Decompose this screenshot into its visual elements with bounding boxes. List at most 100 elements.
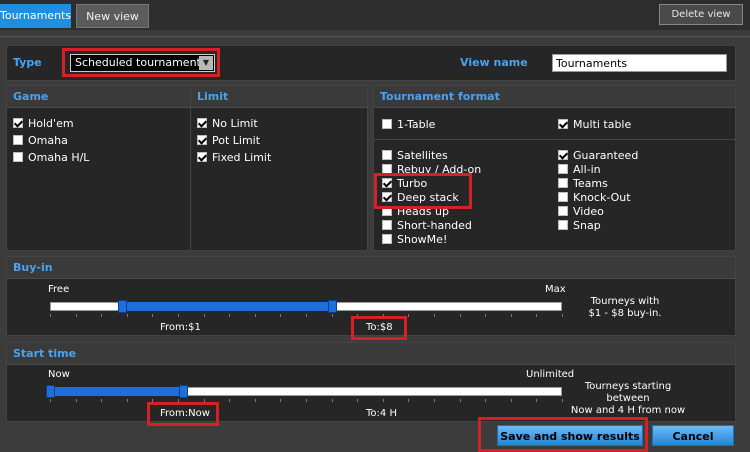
type-select-value: Scheduled tournaments xyxy=(75,56,207,69)
limit-panel: Limit No Limit Pot Limit Fixed Limit xyxy=(190,85,368,251)
slider-tick xyxy=(434,399,435,402)
type-label: Type xyxy=(13,56,42,69)
format-option-label: Guaranteed xyxy=(573,149,639,162)
slider-tick xyxy=(382,314,384,317)
checkbox-icon xyxy=(13,135,23,145)
checkbox-icon xyxy=(558,192,568,202)
checkbox-icon xyxy=(13,152,23,162)
slider-tick xyxy=(75,399,77,402)
checkbox-icon xyxy=(382,234,392,244)
start-time-panel-title: Start time xyxy=(7,343,735,365)
game-option-label: Omaha H/L xyxy=(28,151,90,164)
slider-tick xyxy=(254,314,256,317)
format-option-turbo[interactable]: Turbo xyxy=(382,177,427,191)
slider-tick xyxy=(280,399,282,402)
limit-option-label: Pot Limit xyxy=(212,134,261,147)
slider-tick xyxy=(536,399,538,402)
start-from-label: From:Now xyxy=(160,408,210,419)
tab-tournaments[interactable]: Tournaments xyxy=(0,4,71,28)
format-option-label: Snap xyxy=(573,219,601,232)
format-option-teams[interactable]: Teams xyxy=(558,177,608,191)
chevron-down-icon: ▼ xyxy=(199,56,213,70)
checkbox-icon xyxy=(382,150,392,160)
view-name-input[interactable] xyxy=(552,54,727,72)
slider-tick xyxy=(152,399,154,402)
format-option-label: Multi table xyxy=(573,118,632,131)
format-option-1-table[interactable]: 1-Table xyxy=(382,118,435,132)
limit-option-label: Fixed Limit xyxy=(212,151,272,164)
format-option-label: 1-Table xyxy=(397,118,436,131)
slider-tick xyxy=(229,399,231,402)
slider-tick xyxy=(459,314,461,317)
format-option-label: Video xyxy=(573,205,604,218)
delete-view-button[interactable]: Delete view xyxy=(659,4,743,25)
format-option-heads-up[interactable]: Heads up xyxy=(382,205,449,219)
slider-tick xyxy=(101,314,103,317)
cancel-button[interactable]: Cancel xyxy=(652,425,734,446)
start-description-line2: Now and 4 H from now xyxy=(570,405,686,416)
slider-tick xyxy=(203,314,205,317)
limit-option-fixed-limit[interactable]: Fixed Limit xyxy=(197,151,271,165)
checkbox-icon xyxy=(382,220,392,230)
limit-option-no-limit[interactable]: No Limit xyxy=(197,117,258,131)
start-description-line1: Tourneys starting between xyxy=(584,381,672,404)
format-option-all-in[interactable]: All-in xyxy=(558,163,601,177)
format-option-short-handed[interactable]: Short-handed xyxy=(382,219,472,233)
slider-tick xyxy=(562,399,563,402)
format-option-video[interactable]: Video xyxy=(558,205,604,219)
slider-tick xyxy=(254,399,256,402)
slider-tick xyxy=(280,314,282,317)
format-option-label: Satellites xyxy=(397,149,448,162)
checkbox-icon xyxy=(382,119,392,129)
start-max-label: Unlimited xyxy=(526,369,575,380)
check-icon xyxy=(197,118,207,128)
format-option-showme[interactable]: ShowMe! xyxy=(382,233,447,247)
slider-tick xyxy=(357,314,359,317)
checkbox-icon xyxy=(558,164,568,174)
slider-tick xyxy=(331,399,333,402)
checkbox-icon xyxy=(558,220,568,230)
format-option-label: Teams xyxy=(573,177,608,190)
checkbox-icon xyxy=(382,206,392,216)
start-slider-min-handle[interactable] xyxy=(46,385,55,398)
limit-option-label: No Limit xyxy=(212,117,258,130)
buyin-description: Tourneys with $1 - $8 buy-in. xyxy=(575,296,675,320)
save-and-show-results-button[interactable]: Save and show results xyxy=(497,425,643,446)
format-option-snap[interactable]: Snap xyxy=(558,219,601,233)
buyin-slider-min-handle[interactable] xyxy=(117,300,127,313)
format-option-multi-table[interactable]: Multi table xyxy=(558,118,631,132)
limit-option-pot-limit[interactable]: Pot Limit xyxy=(197,134,260,148)
slider-tick xyxy=(203,399,205,402)
slider-tick xyxy=(306,399,307,402)
format-option-knock-out[interactable]: Knock-Out xyxy=(558,191,631,205)
start-slider-fill xyxy=(50,387,184,396)
checkbox-icon xyxy=(558,206,568,216)
game-option-omaha-hl[interactable]: Omaha H/L xyxy=(13,151,89,165)
format-option-satellites[interactable]: Satellites xyxy=(382,149,448,163)
slider-tick xyxy=(408,399,410,402)
slider-tick xyxy=(357,399,359,402)
format-option-deep-stack[interactable]: Deep stack xyxy=(382,191,459,205)
type-select[interactable]: Scheduled tournaments ▼ xyxy=(70,54,215,72)
start-to-label: To:4 H xyxy=(366,408,397,419)
check-icon xyxy=(197,135,207,145)
game-option-omaha[interactable]: Omaha xyxy=(13,134,68,148)
slider-tick xyxy=(126,314,128,317)
start-slider-max-handle[interactable] xyxy=(179,385,189,398)
buyin-slider-max-handle[interactable] xyxy=(327,300,337,313)
slider-tick xyxy=(434,314,435,317)
game-option-holdem[interactable]: Hold'em xyxy=(13,117,74,131)
format-option-label: Turbo xyxy=(397,177,428,190)
start-min-label: Now xyxy=(48,369,70,380)
format-panel: Tournament format 1-Table Multi table Sa… xyxy=(373,85,736,251)
format-option-label: ShowMe! xyxy=(397,233,448,246)
slider-tick xyxy=(331,314,333,317)
view-name-label: View name xyxy=(460,56,528,69)
check-icon xyxy=(13,118,23,128)
tab-new-view[interactable]: New view xyxy=(76,4,149,28)
format-option-rebuy[interactable]: Rebuy / Add-on xyxy=(382,163,481,177)
format-option-guaranteed[interactable]: Guaranteed xyxy=(558,149,638,163)
tab-bar: Tournaments New view Delete view xyxy=(0,0,750,30)
game-option-label: Hold'em xyxy=(28,117,74,130)
slider-tick xyxy=(408,314,410,317)
